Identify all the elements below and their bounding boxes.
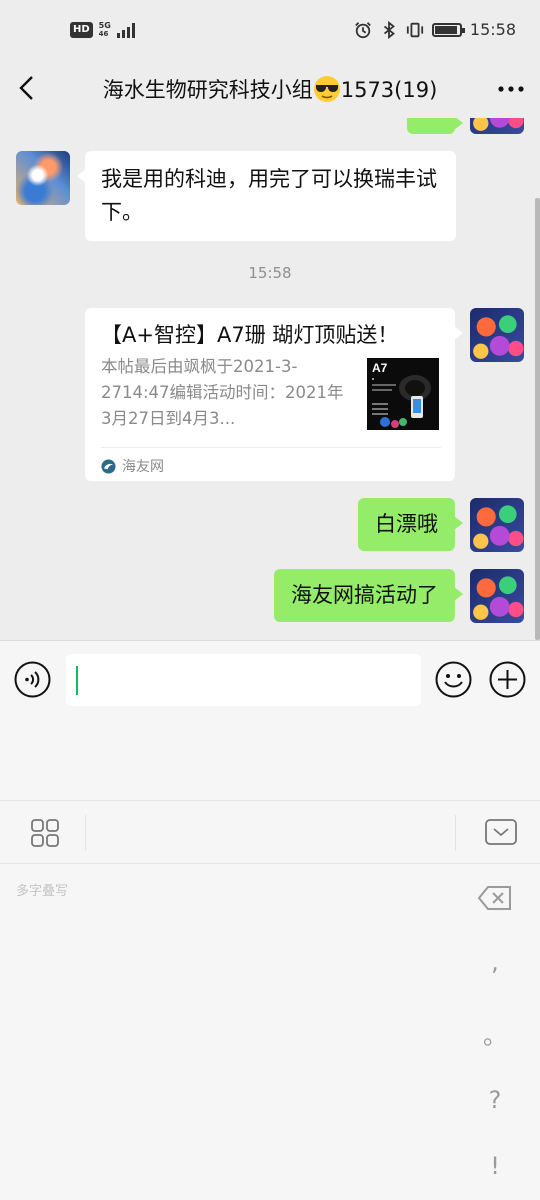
avatar-self[interactable] [470,569,524,623]
message-text: 我是用的科迪，用完了可以换瑞丰试下。 [101,167,437,224]
clock: 15:58 [469,20,516,39]
handwriting-keyboard[interactable]: 多字叠写 , 。 ? ! [0,800,540,1200]
message-bubble-received[interactable]: 我是用的科迪，用完了可以换瑞丰试下。 [77,151,456,241]
backspace-icon[interactable] [477,884,513,912]
back-arrow-icon[interactable] [14,74,42,102]
timestamp: 15:58 [248,264,292,282]
message-text: 海友网搞活动了 [291,583,438,607]
link-card-divider [101,447,441,448]
battery-icon [431,22,465,37]
more-options-icon[interactable] [496,76,526,102]
link-card-description: 本帖最后由飒枫于2021-3-2714:47编辑活动时间：2021年3月27日到… [101,357,344,428]
status-bar: HD 5G 46 15:58 [0,0,540,62]
chat-header: 海水生物研究科技小组 1573(19) [0,62,540,118]
status-bar-left: HD 5G 46 [70,22,135,38]
member-count: 1573(19) [340,78,438,102]
toolbar-divider [455,815,456,851]
handwriting-hint: 多字叠写 [16,884,69,899]
message-bubble-sent[interactable]: 海友网搞活动了 [274,569,463,622]
link-card-thumbnail: A7 [367,358,439,430]
keyboard-menu-grid-icon[interactable] [30,818,60,848]
exclamation-key[interactable]: ! [480,1152,510,1180]
message-input[interactable] [66,654,421,706]
keyboard-toolbar [0,800,540,864]
scrollbar[interactable] [535,198,540,640]
signal-icon [116,22,135,38]
period-key[interactable]: 。 [480,1016,510,1051]
link-card[interactable]: 【A+智控】A7珊 瑚灯顶贴送！ 本帖最后由飒枫于2021-3-2714:47编… [85,308,463,481]
network-indicator: 5G 46 [98,21,111,39]
vibrate-icon [406,22,423,37]
chat-title: 海水生物研究科技小组 1573(19) [60,74,480,104]
alarm-icon [355,21,371,38]
network-subtype: 46 [98,30,109,38]
message-bubble-partial[interactable] [407,118,463,134]
link-card-title: 【A+智控】A7珊 瑚灯顶贴送！ [101,323,399,347]
source-logo-icon [101,458,116,474]
message-bubble-sent[interactable]: 白漂哦 [358,498,463,551]
product-image [372,375,431,428]
text-caret [76,666,78,695]
avatar-self[interactable] [470,498,524,552]
link-card-source: 海友网 [101,456,164,476]
input-bar [0,640,540,800]
collapse-keyboard-icon[interactable] [484,818,518,846]
comma-key[interactable]: , [480,948,510,976]
question-mark-key[interactable]: ? [480,1086,510,1114]
message-list[interactable]: 我是用的科迪，用完了可以换瑞丰试下。 15:58 【A+智控】A7珊 瑚灯顶贴送… [0,118,540,640]
sunglasses-face-icon [313,76,340,102]
avatar-self[interactable] [470,308,524,362]
status-bar-right: 15:58 [354,20,516,39]
message-text: 白漂哦 [375,512,438,536]
hd-badge: HD [70,22,93,38]
group-name: 海水生物研究科技小组 [102,78,313,102]
emoji-icon[interactable] [435,661,472,698]
avatar-self[interactable] [470,118,524,134]
toolbar-divider [85,815,86,851]
network-type: 5G [98,21,111,30]
avatar-sender[interactable] [16,151,70,205]
link-card-source-name: 海友网 [122,459,164,475]
bluetooth-icon [383,20,395,39]
more-functions-icon[interactable] [489,661,526,698]
voice-input-icon[interactable] [14,661,51,698]
